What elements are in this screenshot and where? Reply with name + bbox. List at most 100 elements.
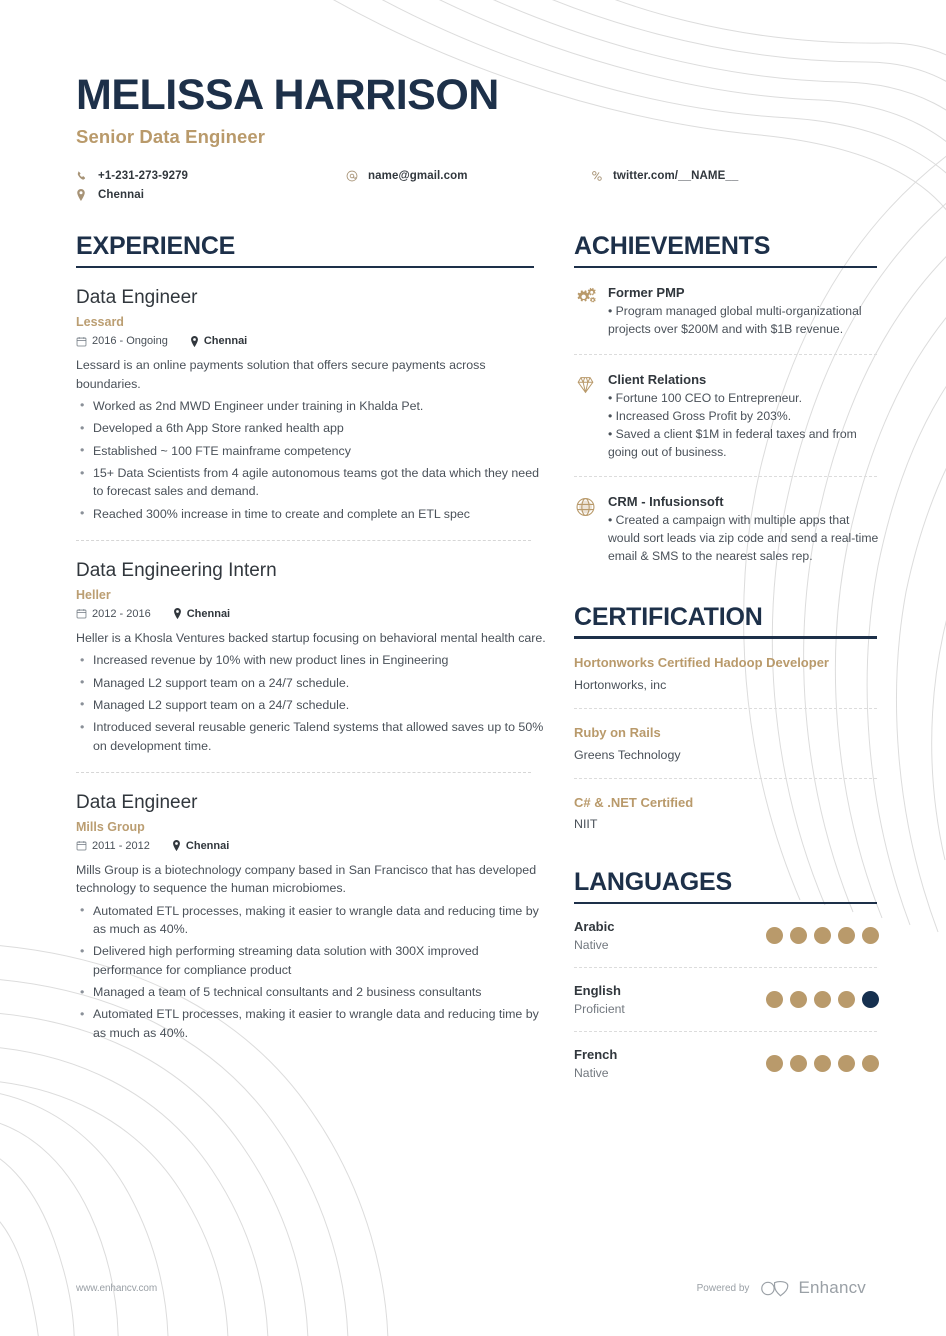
brand-name: Enhancv xyxy=(798,1278,866,1297)
achievement-line: • Program managed global multi-organizat… xyxy=(608,304,862,337)
experience-location: Chennai xyxy=(186,607,231,620)
achievement-lines: • Fortune 100 CEO to Entrepreneur. • Inc… xyxy=(608,390,879,461)
experience-bullet-list: Increased revenue by 10% with new produc… xyxy=(76,651,546,755)
diamond-icon xyxy=(574,372,608,461)
gears-icon xyxy=(574,285,608,339)
languages-heading: LANGUAGES xyxy=(574,868,732,897)
experience-bullet: Managed a team of 5 technical consultant… xyxy=(76,983,546,1002)
experience-bullet: Automated ETL processes, making it easie… xyxy=(76,901,546,939)
location-icon xyxy=(173,608,182,620)
language-rating xyxy=(766,991,879,1009)
experience-company: Heller xyxy=(76,587,111,602)
contact-link-text: twitter.com/__NAME__ xyxy=(613,170,739,183)
footer-website[interactable]: www.enhancv.com xyxy=(76,1283,157,1294)
contact-phone[interactable]: +1-231-273-9279 xyxy=(76,170,346,182)
achievement-item: CRM - Infusionsoft • Created a campaign … xyxy=(574,477,879,565)
certification-item: Ruby on Rails Greens Technology xyxy=(574,709,879,762)
section-certification: CERTIFICATION Hortonworks Certified Hado… xyxy=(574,603,879,831)
contact-phone-text: +1-231-273-9279 xyxy=(98,170,189,183)
achievement-line: • Increased Gross Profit by 203%. xyxy=(608,408,792,423)
resume-page: MELISSA HARRISON Senior Data Engineer +1… xyxy=(0,0,946,1336)
contact-info: +1-231-273-9279 name@gmail.com twitter.c… xyxy=(76,170,872,202)
achievement-body: Former PMP • Program managed global mult… xyxy=(608,285,879,339)
experience-bullet: Established ~ 100 FTE mainframe competen… xyxy=(76,441,546,460)
experience-bullet: Delivered high performing streaming data… xyxy=(76,942,546,979)
experience-location: Chennai xyxy=(185,839,230,852)
link-icon xyxy=(591,170,606,182)
certification-item: Hortonworks Certified Hadoop Developer H… xyxy=(574,639,879,692)
experience-bullet: Reached 300% increase in time to create … xyxy=(76,504,546,523)
experience-role: Data Engineering Intern xyxy=(76,560,277,582)
experience-bullet-list: Worked as 2nd MWD Engineer under trainin… xyxy=(76,396,546,523)
experience-company: Mills Group xyxy=(76,819,145,834)
language-item: French Native xyxy=(574,1032,879,1080)
language-text: English Proficient xyxy=(574,983,625,1016)
experience-location: Chennai xyxy=(203,335,248,348)
section-achievements: ACHIEVEMENTS Former PMP • Program manage… xyxy=(574,233,879,565)
language-rating xyxy=(766,1055,879,1073)
rating-dot-filled xyxy=(838,991,855,1009)
experience-description: Heller is a Khosla Ventures backed start… xyxy=(76,630,546,645)
language-name: French xyxy=(574,1047,618,1063)
language-name: English xyxy=(574,983,621,999)
rating-dot-filled xyxy=(862,927,879,945)
location-icon xyxy=(76,189,91,202)
experience-dates-group: 2011 - 2012 xyxy=(76,840,150,852)
rating-dot-filled xyxy=(814,1055,831,1073)
rating-dot-filled xyxy=(766,991,783,1009)
language-item: English Proficient xyxy=(574,968,879,1016)
powered-by-label: Powered by xyxy=(696,1282,750,1294)
experience-meta: 2011 - 2012 Chennai xyxy=(76,840,546,852)
achievement-line: • Saved a client $1M in federal taxes an… xyxy=(608,426,857,459)
achievement-body: CRM - Infusionsoft • Created a campaign … xyxy=(608,494,879,565)
rating-dot-filled xyxy=(766,1055,783,1073)
certification-org: Hortonworks, inc xyxy=(574,677,667,692)
right-column: ACHIEVEMENTS Former PMP • Program manage… xyxy=(574,233,879,1080)
experience-dates: 2016 - Ongoing xyxy=(92,335,168,348)
experience-role: Data Engineer xyxy=(76,792,198,814)
experience-bullet: Developed a 6th App Store ranked health … xyxy=(76,419,546,438)
experience-bullet-list: Automated ETL processes, making it easie… xyxy=(76,901,546,1043)
achievement-line: • Created a campaign with multiple apps … xyxy=(608,513,879,563)
job-title: Senior Data Engineer xyxy=(76,126,266,148)
resume-header: MELISSA HARRISON Senior Data Engineer +1… xyxy=(76,72,872,202)
achievement-item: Client Relations • Fortune 100 CEO to En… xyxy=(574,355,879,461)
location-icon xyxy=(190,335,199,347)
achievement-lines: • Program managed global multi-organizat… xyxy=(608,303,879,339)
contact-link[interactable]: twitter.com/__NAME__ xyxy=(591,170,872,182)
experience-dates: 2011 - 2012 xyxy=(92,839,150,852)
rating-dot-filled xyxy=(790,991,807,1009)
rating-dot-empty xyxy=(862,991,879,1009)
experience-bullet: 15+ Data Scientists from 4 agile autonom… xyxy=(76,464,546,501)
experience-location-group: Chennai xyxy=(173,608,230,620)
experience-company: Lessard xyxy=(76,315,124,330)
contact-email[interactable]: name@gmail.com xyxy=(346,170,591,182)
achievement-title: CRM - Infusionsoft xyxy=(608,494,724,510)
phone-icon xyxy=(76,171,91,182)
experience-dates: 2012 - 2016 xyxy=(92,607,151,620)
rating-dot-filled xyxy=(862,1055,879,1073)
language-rating xyxy=(766,927,879,945)
rating-dot-filled xyxy=(790,1055,807,1073)
experience-dates-group: 2012 - 2016 xyxy=(76,608,151,620)
achievement-line: • Fortune 100 CEO to Entrepreneur. xyxy=(608,391,802,406)
language-text: French Native xyxy=(574,1047,617,1080)
section-languages: LANGUAGES Arabic Native English Proficie… xyxy=(574,869,879,1080)
experience-location-group: Chennai xyxy=(172,840,229,852)
experience-role: Data Engineer xyxy=(76,287,198,309)
certification-org: Greens Technology xyxy=(574,747,681,762)
experience-bullet: Managed L2 support team on a 24/7 schedu… xyxy=(76,695,546,714)
achievement-title: Former PMP xyxy=(608,285,685,301)
experience-meta: 2016 - Ongoing Chennai xyxy=(76,335,546,347)
experience-bullet: Managed L2 support team on a 24/7 schedu… xyxy=(76,673,546,692)
infinity-heart-icon xyxy=(761,1280,789,1296)
experience-description: Lessard is an online payments solution t… xyxy=(76,358,486,391)
language-text: Arabic Native xyxy=(574,919,614,952)
enhancv-logo: Enhancv xyxy=(760,1278,866,1298)
experience-entry: Data Engineer Lessard 2016 - Ongoing Che… xyxy=(76,268,546,523)
achievement-item: Former PMP • Program managed global mult… xyxy=(574,268,879,339)
experience-bullet: Increased revenue by 10% with new produc… xyxy=(76,651,546,670)
experience-description: Mills Group is a biotechnology company b… xyxy=(76,862,537,896)
contact-location-text: Chennai xyxy=(98,189,145,202)
contact-location[interactable]: Chennai xyxy=(76,189,346,202)
